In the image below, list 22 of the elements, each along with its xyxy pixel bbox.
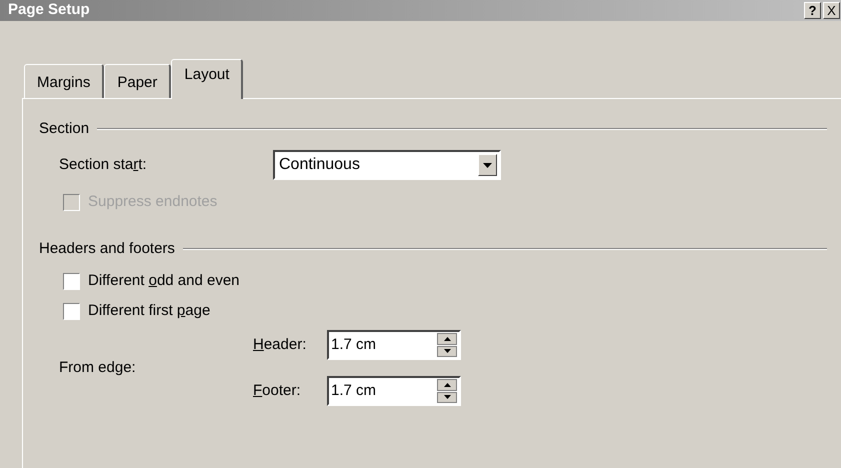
tab[interactable]: Layout: [171, 59, 244, 99]
tab[interactable]: Paper: [104, 64, 172, 98]
help-button[interactable]: ?: [804, 2, 821, 19]
field-label: Header:: [253, 334, 308, 355]
close-button[interactable]: X: [823, 2, 840, 19]
section-start-dropdown[interactable]: Continuous: [273, 150, 501, 180]
checkbox[interactable]: [63, 302, 80, 320]
checkbox-label: Different first page: [88, 300, 210, 321]
tab[interactable]: Margins: [24, 64, 104, 98]
window-title: Page Setup: [8, 0, 90, 20]
spin-field[interactable]: 1.7 cm: [327, 376, 461, 406]
group-heading: Section: [39, 118, 90, 139]
field-label: Section start:: [59, 154, 148, 175]
spin-field[interactable]: 1.7 cm: [327, 330, 461, 360]
checkbox[interactable]: [63, 272, 80, 290]
field-label: Footer:: [253, 380, 302, 401]
checkbox-label: Different odd and even: [88, 270, 240, 291]
field-label: From edge:: [59, 358, 137, 378]
caret-icon: [483, 162, 492, 168]
group-heading: Headers and footers: [39, 238, 175, 259]
spin-buttons[interactable]: [437, 333, 457, 357]
spin-buttons[interactable]: [437, 379, 457, 403]
